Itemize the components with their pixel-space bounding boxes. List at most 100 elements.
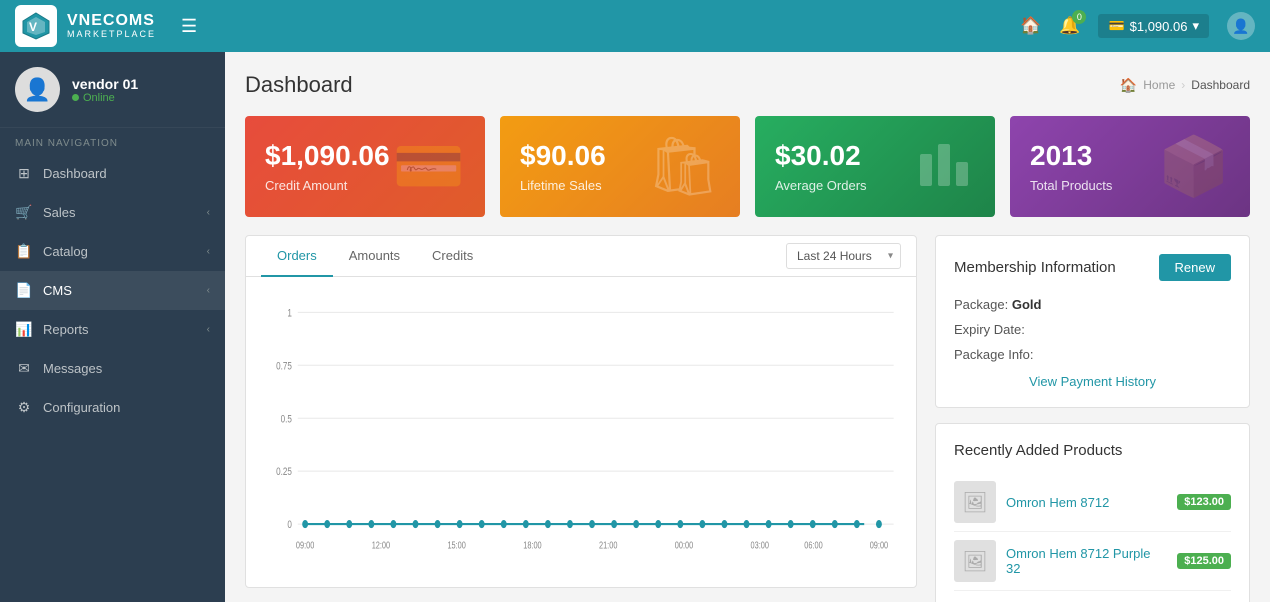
tab-amounts[interactable]: Amounts xyxy=(333,236,416,277)
stat-cards-grid: $1,090.06 Credit Amount 💳 $90.06 Lifetim… xyxy=(245,116,1250,217)
page-title: Dashboard xyxy=(245,72,353,98)
online-status: Online xyxy=(72,92,138,104)
stat-card-credit: $1,090.06 Credit Amount 💳 xyxy=(245,116,485,217)
chart-svg: 1 0.75 0.5 0.25 0 xyxy=(261,292,901,577)
product-name-link[interactable]: Omron Hem 8712 Purple 32 xyxy=(1006,546,1167,576)
chevron-icon: ‹ xyxy=(207,324,210,335)
svg-text:V: V xyxy=(29,20,37,34)
sidebar-item-label: Sales xyxy=(43,205,197,220)
time-filter-wrapper: Last 24 Hours Last 7 Days Last 30 Days xyxy=(786,243,901,269)
reports-icon: 📊 xyxy=(15,321,33,338)
sidebar-item-label: Catalog xyxy=(43,244,197,259)
chevron-icon: ‹ xyxy=(207,207,210,218)
avatar: 👤 xyxy=(15,67,60,112)
breadcrumb-home-link[interactable]: Home xyxy=(1143,78,1175,92)
username-label: vendor 01 xyxy=(72,76,138,92)
credit-amount-label: Credit Amount xyxy=(265,178,390,193)
total-products-value: 2013 xyxy=(1030,140,1112,172)
main-content: Dashboard 🏠 Home › Dashboard $1,090.06 C… xyxy=(225,52,1270,602)
membership-card: Membership Information Renew Package: Go… xyxy=(935,235,1250,408)
cms-icon: 📄 xyxy=(15,282,33,299)
brand-text: VNECOMS MARKETPLACE xyxy=(67,12,156,39)
balance-button[interactable]: 💳 $1,090.06 ▾ xyxy=(1098,14,1209,38)
logo-icon: V xyxy=(15,5,57,47)
page-header: Dashboard 🏠 Home › Dashboard xyxy=(245,72,1250,98)
sidebar-item-cms[interactable]: 📄 CMS ‹ xyxy=(0,271,225,310)
shopping-bag-icon: 🛍 xyxy=(646,138,720,196)
chevron-icon: ‹ xyxy=(207,285,210,296)
sidebar-item-label: Reports xyxy=(43,322,197,337)
status-dot xyxy=(72,94,79,101)
info-row: Package Info: xyxy=(954,347,1231,362)
notification-bell-icon[interactable]: 🔔 0 xyxy=(1059,16,1080,36)
breadcrumb-current: Dashboard xyxy=(1191,78,1250,92)
product-thumbnail: 🖼 xyxy=(954,540,996,582)
svg-text:0: 0 xyxy=(287,519,292,532)
product-price-badge: $123.00 xyxy=(1177,494,1231,510)
svg-text:15:00: 15:00 xyxy=(447,539,465,550)
home-icon[interactable]: 🏠 xyxy=(1020,16,1041,36)
stat-card-orders: $30.02 Average Orders xyxy=(755,116,995,217)
membership-header: Membership Information Renew xyxy=(954,254,1231,281)
sidebar-item-sales[interactable]: 🛒 Sales ‹ xyxy=(0,193,225,232)
logo[interactable]: V VNECOMS MARKETPLACE xyxy=(15,5,156,47)
average-orders-label: Average Orders xyxy=(775,178,867,193)
svg-text:09:00: 09:00 xyxy=(296,539,314,550)
svg-text:21:00: 21:00 xyxy=(599,539,617,550)
sidebar: 👤 vendor 01 Online MAIN NAVIGATION ⊞ Das… xyxy=(0,52,225,602)
sidebar-item-dashboard[interactable]: ⊞ Dashboard xyxy=(0,154,225,193)
gear-icon: ⚙ xyxy=(15,399,33,416)
balance-icon: 💳 xyxy=(1108,18,1124,34)
svg-text:18:00: 18:00 xyxy=(523,539,541,550)
svg-text:06:00: 06:00 xyxy=(804,539,822,550)
chart-and-content: Orders Amounts Credits Last 24 Hours Las… xyxy=(245,235,917,602)
svg-text:00:00: 00:00 xyxy=(675,539,693,550)
product-price-badge: $125.00 xyxy=(1177,553,1231,569)
nav-section-label: MAIN NAVIGATION xyxy=(0,128,225,154)
sidebar-item-configuration[interactable]: ⚙ Configuration xyxy=(0,388,225,427)
svg-text:03:00: 03:00 xyxy=(751,539,769,550)
stat-card-lifetime: $90.06 Lifetime Sales 🛍 xyxy=(500,116,740,217)
package-value: Gold xyxy=(1012,297,1042,312)
chart-section: Orders Amounts Credits Last 24 Hours Las… xyxy=(245,235,917,588)
info-label: Package Info: xyxy=(954,347,1034,362)
renew-button[interactable]: Renew xyxy=(1159,254,1231,281)
sidebar-item-label: Configuration xyxy=(43,400,210,415)
expiry-label: Expiry Date: xyxy=(954,322,1025,337)
content-wrapper: Orders Amounts Credits Last 24 Hours Las… xyxy=(245,235,1250,602)
breadcrumb: 🏠 Home › Dashboard xyxy=(1120,77,1250,94)
chevron-icon: ‹ xyxy=(207,246,210,257)
chart-tabs: Orders Amounts Credits Last 24 Hours Las… xyxy=(246,236,916,277)
product-name-link[interactable]: Omron Hem 8712 xyxy=(1006,495,1167,510)
svg-text:0.25: 0.25 xyxy=(276,466,292,479)
sidebar-item-messages[interactable]: ✉ Messages xyxy=(0,349,225,388)
sales-icon: 🛒 xyxy=(15,204,33,221)
credit-card-icon: 💳 xyxy=(393,138,465,196)
svg-text:0.5: 0.5 xyxy=(281,413,293,426)
tab-orders[interactable]: Orders xyxy=(261,236,333,277)
sidebar-item-label: Dashboard xyxy=(43,166,210,181)
tab-credits[interactable]: Credits xyxy=(416,236,489,277)
sidebar-item-reports[interactable]: 📊 Reports ‹ xyxy=(0,310,225,349)
main-layout: 👤 vendor 01 Online MAIN NAVIGATION ⊞ Das… xyxy=(0,52,1270,602)
package-row: Package: Gold xyxy=(954,297,1231,312)
top-navigation: V VNECOMS MARKETPLACE ☰ 🏠 🔔 0 💳 $1,090.0… xyxy=(0,0,1270,52)
product-thumbnail: 🖼 xyxy=(954,481,996,523)
right-panel: Membership Information Renew Package: Go… xyxy=(935,235,1250,602)
sidebar-item-catalog[interactable]: 📋 Catalog ‹ xyxy=(0,232,225,271)
hamburger-button[interactable]: ☰ xyxy=(176,11,202,42)
stat-card-products: 2013 Total Products 📦 xyxy=(1010,116,1250,217)
view-payment-link[interactable]: View Payment History xyxy=(954,374,1231,389)
notification-badge: 0 xyxy=(1072,10,1086,24)
chart-filter-area: Last 24 Hours Last 7 Days Last 30 Days xyxy=(786,243,901,269)
breadcrumb-separator: › xyxy=(1181,78,1185,92)
recently-added-card: Recently Added Products 🖼 Omron Hem 8712… xyxy=(935,423,1250,602)
topnav-right-icons: 🏠 🔔 0 💳 $1,090.06 ▾ 👤 xyxy=(1020,12,1255,40)
total-products-label: Total Products xyxy=(1030,178,1112,193)
breadcrumb-home-icon: 🏠 xyxy=(1120,77,1137,94)
user-menu-button[interactable]: 👤 xyxy=(1227,12,1255,40)
bar-chart-icon xyxy=(915,134,975,199)
time-filter-select[interactable]: Last 24 Hours Last 7 Days Last 30 Days xyxy=(786,243,901,269)
balance-dropdown-icon: ▾ xyxy=(1192,18,1199,34)
product-item: 🖼 Omron Hem 8712 $123.00 xyxy=(954,473,1231,532)
